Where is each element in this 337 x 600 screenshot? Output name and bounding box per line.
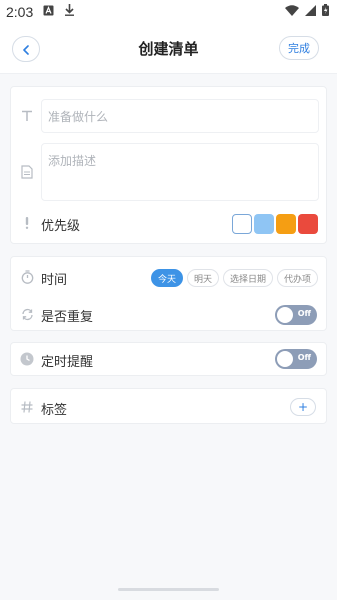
reminder-toggle-knob: [276, 350, 294, 368]
signal-icon: [305, 4, 316, 20]
stopwatch-icon: [20, 270, 34, 284]
status-time: 2:03: [6, 4, 34, 20]
priority-swatch-blue[interactable]: [254, 214, 274, 234]
title-placeholder: 准备做什么: [48, 109, 109, 124]
time-option-todo[interactable]: 代办项: [276, 269, 318, 287]
priority-swatches: [232, 214, 318, 234]
time-card: 时间 今天 明天 选择日期 代办项 是否重复 Off: [10, 256, 327, 331]
time-option-pick-date[interactable]: 选择日期: [222, 269, 273, 287]
done-button[interactable]: 完成: [279, 36, 319, 60]
description-placeholder: 添加描述: [48, 154, 97, 168]
priority-swatch-orange[interactable]: [276, 214, 296, 234]
download-icon: [64, 4, 75, 20]
task-details-card: 准备做什么 添加描述 优先级: [10, 86, 327, 244]
hashtag-icon: [20, 400, 34, 414]
tags-label: 标签: [41, 403, 68, 418]
notification-a-icon: [43, 5, 54, 20]
status-left: 2:03: [6, 4, 75, 20]
page-title: 创建清单: [138, 40, 199, 58]
time-option-today[interactable]: 今天: [150, 269, 183, 287]
status-right: [285, 4, 329, 20]
back-button[interactable]: [12, 36, 40, 62]
description-icon: [20, 165, 34, 179]
reminder-card: 定时提醒 Off: [10, 342, 327, 376]
status-bar: 2:03: [0, 0, 337, 24]
clock-icon: [20, 352, 34, 366]
time-option-tomorrow[interactable]: 明天: [186, 269, 219, 287]
repeat-toggle-text: Off: [297, 309, 311, 318]
tags-card: 标签 +: [10, 388, 327, 424]
text-icon: [20, 109, 34, 123]
time-options: 今天 明天 选择日期 代办项: [150, 269, 318, 287]
wifi-icon: [285, 4, 299, 20]
time-label: 时间: [41, 273, 68, 288]
title-input[interactable]: 准备做什么: [41, 99, 319, 133]
reminder-toggle-text: Off: [297, 353, 311, 362]
reminder-toggle[interactable]: Off: [275, 349, 317, 369]
repeat-toggle[interactable]: Off: [275, 305, 317, 325]
home-indicator: [118, 588, 219, 591]
repeat-label: 是否重复: [41, 310, 94, 325]
priority-label: 优先级: [41, 219, 81, 234]
header: 创建清单 完成: [0, 24, 337, 74]
priority-swatch-white[interactable]: [232, 214, 252, 234]
repeat-toggle-knob: [276, 306, 294, 324]
description-input[interactable]: 添加描述: [41, 143, 319, 201]
add-tag-button[interactable]: +: [290, 398, 316, 416]
battery-icon: [322, 4, 329, 20]
priority-swatch-red[interactable]: [298, 214, 318, 234]
reminder-label: 定时提醒: [41, 355, 94, 370]
exclamation-icon: [20, 216, 34, 230]
chevron-left-icon: [22, 40, 30, 59]
repeat-icon: [20, 307, 34, 321]
